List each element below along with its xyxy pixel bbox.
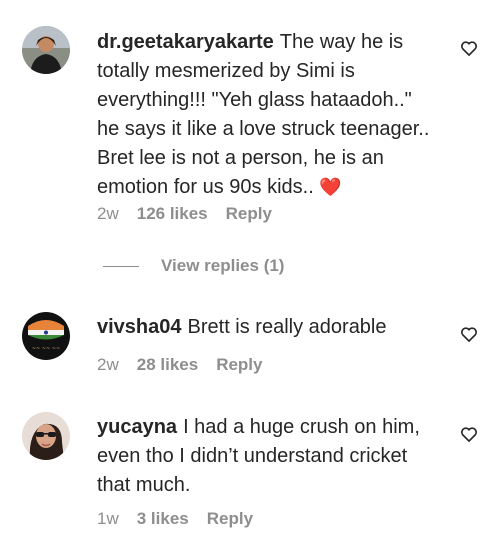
comment-text: dr.geetakaryakarte The way he is totally … (97, 28, 437, 202)
comment-username[interactable]: dr.geetakaryakarte (97, 31, 274, 53)
comment-username[interactable]: vivsha04 (97, 316, 182, 338)
comment-text: yucayna I had a huge crush on him, even t… (97, 413, 437, 500)
avatar[interactable] (22, 26, 70, 74)
comment-content: Brett is really adorable (187, 316, 387, 338)
like-heart-icon[interactable] (459, 424, 479, 444)
comment-likes[interactable]: 28 likes (137, 355, 198, 375)
comment-time: 2w (97, 355, 119, 374)
heart-emoji: ❤️ (319, 177, 342, 197)
comment-time: 2w (97, 204, 119, 223)
comment-meta: 2w 126 likes Reply (97, 204, 272, 224)
svg-text:~~ ~~ ~~: ~~ ~~ ~~ (32, 346, 60, 352)
like-heart-icon[interactable] (459, 324, 479, 344)
avatar[interactable]: ~~ ~~ ~~ (22, 312, 70, 360)
comment-username[interactable]: yucayna (97, 416, 177, 438)
comment-content: The way he is totally mesmerized by Simi… (97, 31, 430, 198)
avatar[interactable] (22, 412, 70, 460)
comment-meta: 2w 28 likes Reply (97, 355, 262, 375)
view-replies-button[interactable]: View replies (1) (103, 256, 284, 276)
comment-likes[interactable]: 3 likes (137, 509, 189, 529)
view-replies-divider (103, 265, 139, 267)
reply-button[interactable]: Reply (226, 204, 272, 224)
comment-likes[interactable]: 126 likes (137, 204, 208, 224)
comment-meta: 1w 3 likes Reply (97, 509, 253, 529)
like-heart-icon[interactable] (459, 38, 479, 58)
comment-time: 1w (97, 509, 119, 528)
comment-text: vivsha04 Brett is really adorable (97, 313, 437, 342)
view-replies-label[interactable]: View replies (1) (161, 256, 284, 276)
reply-button[interactable]: Reply (207, 509, 253, 529)
reply-button[interactable]: Reply (216, 355, 262, 375)
